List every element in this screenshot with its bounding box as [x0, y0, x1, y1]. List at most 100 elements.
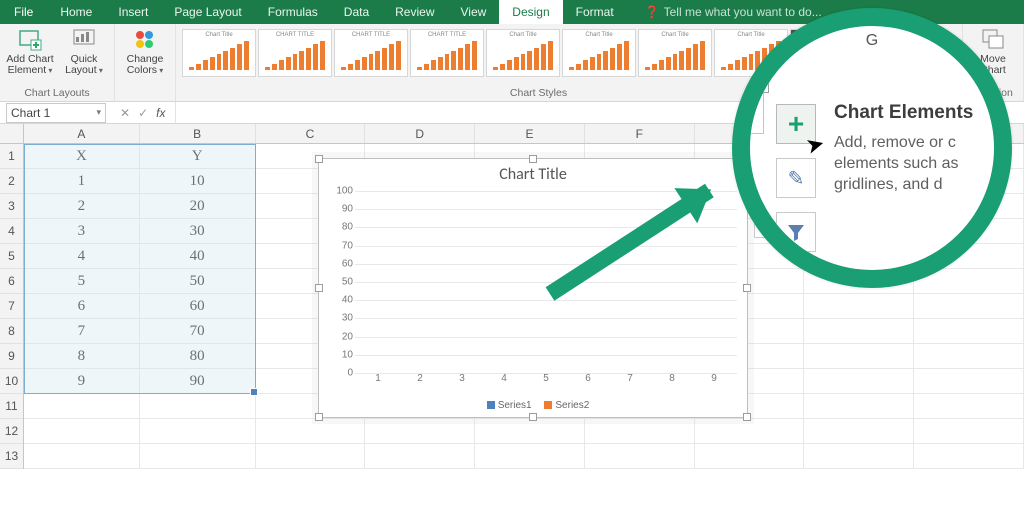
name-box[interactable]: Chart 1▾ — [6, 103, 106, 123]
tab-insert[interactable]: Insert — [105, 0, 161, 24]
cell[interactable]: 80 — [140, 344, 256, 369]
row-header-4[interactable]: 4 — [0, 219, 23, 244]
column-header-e[interactable]: E — [475, 124, 585, 143]
cell[interactable]: Y — [140, 144, 256, 169]
cell[interactable]: 20 — [140, 194, 256, 219]
column-header-b[interactable]: B — [140, 124, 256, 143]
cell[interactable] — [24, 419, 140, 444]
resize-handle[interactable] — [743, 284, 751, 292]
chart-style-thumb[interactable]: Chart Title — [486, 29, 560, 77]
tab-page-layout[interactable]: Page Layout — [161, 0, 254, 24]
cell[interactable] — [585, 444, 695, 469]
cell[interactable] — [914, 344, 1024, 369]
row-header-7[interactable]: 7 — [0, 294, 23, 319]
cell[interactable] — [804, 319, 914, 344]
cell[interactable] — [914, 394, 1024, 419]
cell[interactable]: 8 — [24, 344, 140, 369]
cell[interactable]: 70 — [140, 319, 256, 344]
resize-handle[interactable] — [743, 413, 751, 421]
column-header-d[interactable]: D — [365, 124, 475, 143]
cell[interactable]: 60 — [140, 294, 256, 319]
cell[interactable] — [695, 444, 805, 469]
tab-design[interactable]: Design — [499, 0, 562, 24]
cell[interactable] — [804, 369, 914, 394]
tab-home[interactable]: Home — [47, 0, 105, 24]
chart-styles-button-zoom[interactable]: ✎ — [776, 158, 816, 198]
add-chart-element-button[interactable]: Add Chart Element — [6, 26, 54, 76]
tab-format[interactable]: Format — [563, 0, 627, 24]
chart-style-thumb[interactable]: Chart Title — [638, 29, 712, 77]
cell[interactable] — [24, 444, 140, 469]
column-header-c[interactable]: C — [256, 124, 366, 143]
cell[interactable] — [140, 419, 256, 444]
column-header-a[interactable]: A — [24, 124, 140, 143]
select-all-corner[interactable] — [0, 124, 24, 144]
chart-style-thumb[interactable]: CHART TITLE — [334, 29, 408, 77]
cell[interactable] — [804, 344, 914, 369]
chart-style-thumb[interactable]: Chart Title — [562, 29, 636, 77]
cell[interactable]: 6 — [24, 294, 140, 319]
tab-review[interactable]: Review — [382, 0, 447, 24]
enter-formula-icon[interactable]: ✓ — [138, 106, 148, 120]
cell[interactable]: 5 — [24, 269, 140, 294]
chart-filters-button-zoom[interactable] — [776, 212, 816, 252]
resize-handle[interactable] — [315, 155, 323, 163]
cell[interactable]: 4 — [24, 244, 140, 269]
cell[interactable] — [475, 444, 585, 469]
cell[interactable]: 9 — [24, 369, 140, 394]
cell[interactable]: 3 — [24, 219, 140, 244]
cell[interactable]: 90 — [140, 369, 256, 394]
cell[interactable] — [804, 294, 914, 319]
cell[interactable]: 50 — [140, 269, 256, 294]
row-header-9[interactable]: 9 — [0, 344, 23, 369]
cancel-formula-icon[interactable]: ✕ — [120, 106, 130, 120]
column-header-f[interactable]: F — [585, 124, 695, 143]
row-header-11[interactable]: 11 — [0, 394, 23, 419]
row-header-10[interactable]: 10 — [0, 369, 23, 394]
file-tab[interactable]: File — [0, 0, 47, 24]
cell[interactable]: 7 — [24, 319, 140, 344]
tab-data[interactable]: Data — [331, 0, 382, 24]
cell[interactable]: 2 — [24, 194, 140, 219]
row-header-2[interactable]: 2 — [0, 169, 23, 194]
cell[interactable]: 1 — [24, 169, 140, 194]
cell[interactable] — [914, 369, 1024, 394]
cell[interactable]: X — [24, 144, 140, 169]
row-header-12[interactable]: 12 — [0, 419, 23, 444]
cell[interactable]: 30 — [140, 219, 256, 244]
row-header-1[interactable]: 1 — [0, 144, 23, 169]
row-header-3[interactable]: 3 — [0, 194, 23, 219]
row-header-13[interactable]: 13 — [0, 444, 23, 469]
tell-me-search[interactable]: ❓Tell me what you want to do... — [645, 0, 822, 24]
chart-legend[interactable]: Series1 Series2 — [319, 400, 747, 411]
cell[interactable] — [140, 394, 256, 419]
cell[interactable]: 10 — [140, 169, 256, 194]
row-header-6[interactable]: 6 — [0, 269, 23, 294]
row-header-8[interactable]: 8 — [0, 319, 23, 344]
change-colors-button[interactable]: Change Colors — [121, 26, 169, 76]
chart-style-thumb[interactable]: Chart Title — [182, 29, 256, 77]
cell[interactable] — [140, 444, 256, 469]
cell[interactable] — [365, 419, 475, 444]
cell[interactable] — [695, 419, 805, 444]
quick-layout-button[interactable]: Quick Layout — [60, 26, 108, 76]
tab-view[interactable]: View — [448, 0, 500, 24]
resize-handle[interactable] — [529, 155, 537, 163]
resize-handle[interactable] — [315, 284, 323, 292]
tab-formulas[interactable]: Formulas — [255, 0, 331, 24]
resize-handle[interactable] — [529, 413, 537, 421]
fx-icon[interactable]: fx — [156, 106, 165, 120]
cell[interactable] — [914, 319, 1024, 344]
cell[interactable] — [804, 419, 914, 444]
row-header-5[interactable]: 5 — [0, 244, 23, 269]
row-headers[interactable]: 12345678910111213 — [0, 144, 24, 469]
cell[interactable] — [914, 419, 1024, 444]
cell[interactable] — [256, 419, 366, 444]
cell[interactable] — [585, 419, 695, 444]
cell[interactable] — [804, 394, 914, 419]
cell[interactable] — [475, 419, 585, 444]
cell[interactable] — [914, 294, 1024, 319]
cell[interactable] — [365, 444, 475, 469]
cell[interactable] — [804, 444, 914, 469]
chart-style-thumb[interactable]: CHART TITLE — [410, 29, 484, 77]
